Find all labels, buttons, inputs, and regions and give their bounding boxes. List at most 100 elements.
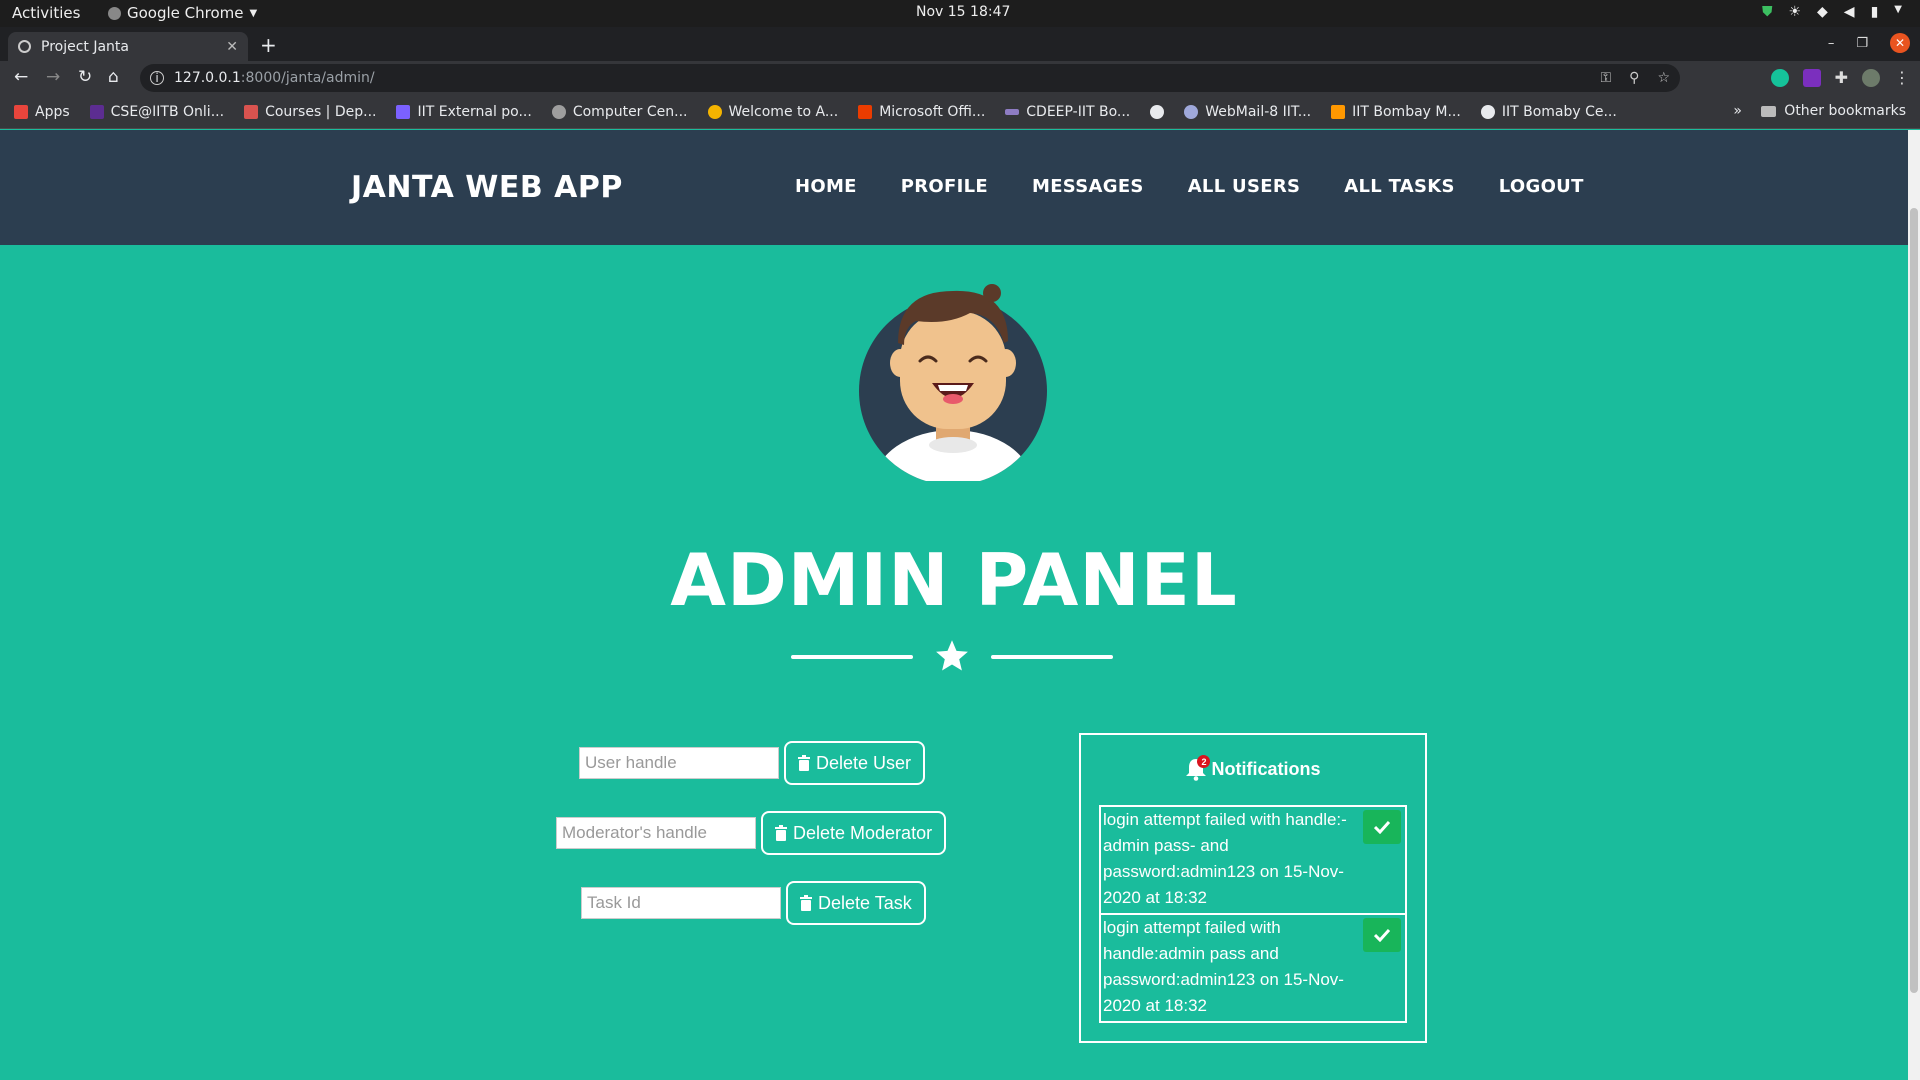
folder-icon: [1761, 105, 1777, 117]
bookmark-favicon: [1331, 104, 1346, 119]
bookmark-item[interactable]: IIT Bomaby Ce...: [1480, 104, 1617, 120]
mark-read-button[interactable]: [1363, 918, 1401, 952]
bookmark-favicon: [1184, 104, 1199, 119]
wifi-icon: ◆: [1817, 4, 1828, 20]
close-tab-icon[interactable]: ✕: [226, 39, 238, 55]
window-controls: – ❐ ✕: [1828, 33, 1910, 53]
bookmarks-bar: Apps CSE@IITB Onli... Courses | Dep... I…: [0, 95, 1920, 129]
grammarly-icon[interactable]: [1770, 68, 1789, 87]
delete-task-label: Delete Task: [818, 892, 912, 913]
delete-task-form: Task Id Delete Task: [581, 881, 926, 925]
bookmark-favicon: [396, 104, 411, 119]
bookmark-item[interactable]: Welcome to A...: [707, 104, 838, 120]
reload-icon[interactable]: ↻: [78, 67, 92, 87]
maximize-icon[interactable]: ❐: [1856, 36, 1868, 51]
home-icon[interactable]: ⌂: [108, 67, 119, 87]
forward-icon[interactable]: →: [46, 67, 60, 87]
bell-icon[interactable]: 2: [1185, 755, 1211, 781]
notification-text: login attempt failed with handle:admin p…: [1103, 918, 1344, 1015]
bookmark-item[interactable]: [1150, 104, 1165, 119]
nav-logout[interactable]: LOGOUT: [1499, 176, 1584, 197]
nav-all-tasks[interactable]: ALL TASKS: [1344, 176, 1455, 197]
delete-moderator-label: Delete Moderator: [793, 822, 933, 843]
bookmark-item[interactable]: IIT External po...: [396, 104, 532, 120]
star-bookmark-icon[interactable]: ☆: [1657, 70, 1670, 86]
globe-icon: [1150, 104, 1165, 119]
nav-messages[interactable]: MESSAGES: [1032, 176, 1144, 197]
moderator-handle-input[interactable]: Moderator's handle: [556, 817, 756, 849]
tab-strip: Project Janta ✕ + – ❐ ✕: [0, 27, 1920, 61]
back-icon[interactable]: ←: [14, 67, 28, 87]
shield-icon: ⛊: [1761, 4, 1773, 20]
more-bookmarks-button[interactable]: »: [1733, 103, 1742, 119]
delete-user-form: User handle Delete User: [579, 741, 926, 785]
bookmark-favicon: [1005, 108, 1020, 115]
bookmark-item[interactable]: WebMail-8 IIT...: [1184, 104, 1311, 120]
minimize-icon[interactable]: –: [1828, 36, 1835, 51]
notification-item: login attempt failed with handle:-admin …: [1099, 805, 1407, 915]
nav-home[interactable]: HOME: [795, 176, 857, 197]
system-top-bar: Activities Google Chrome ▼ Nov 15 18:47 …: [0, 0, 1920, 27]
star-icon: [936, 640, 968, 671]
tab-title: Project Janta: [41, 38, 129, 55]
puzzle-icon[interactable]: ✚: [1835, 68, 1848, 87]
new-tab-button[interactable]: +: [260, 33, 277, 57]
bookmark-favicon: [244, 104, 259, 119]
url-path: :8000/janta/admin/: [240, 70, 375, 86]
site-brand[interactable]: JANTA WEB APP: [351, 170, 623, 205]
menu-icon[interactable]: ⋮: [1894, 68, 1910, 87]
bookmark-item[interactable]: Microsoft Offi...: [858, 104, 985, 120]
trash-icon: [800, 895, 812, 911]
activities-button[interactable]: Activities: [12, 4, 80, 22]
globe-icon: [1480, 104, 1495, 119]
zoom-icon[interactable]: ⚲: [1629, 70, 1639, 86]
apps-grid-icon: [14, 104, 28, 119]
browser-tab[interactable]: Project Janta ✕: [8, 32, 248, 61]
notification-text: login attempt failed with handle:-admin …: [1103, 810, 1347, 907]
browser-toolbar: ← → ↻ ⌂ i 127.0.0.1:8000/janta/admin/ ⚿ …: [0, 61, 1920, 95]
page-scrollbar[interactable]: [1908, 130, 1920, 1080]
nav-all-users[interactable]: ALL USERS: [1188, 176, 1301, 197]
volume-icon: ◀: [1843, 4, 1855, 20]
key-icon[interactable]: ⚿: [1601, 70, 1612, 86]
clock[interactable]: Nov 15 18:47: [916, 4, 1010, 20]
extension-icon[interactable]: [1802, 68, 1821, 87]
close-window-icon[interactable]: ✕: [1890, 33, 1910, 53]
divider-line-left: [791, 655, 913, 659]
battery-icon: ▮: [1870, 4, 1879, 20]
bookmark-item[interactable]: Computer Cen...: [551, 104, 688, 120]
avatar-illustration: [859, 284, 1047, 485]
profile-avatar-icon[interactable]: [1862, 68, 1880, 87]
globe-icon: [18, 40, 31, 53]
app-menu[interactable]: Google Chrome ▼: [108, 4, 257, 22]
mark-read-button[interactable]: [1363, 810, 1401, 844]
scrollbar-thumb[interactable]: [1910, 208, 1918, 993]
address-bar[interactable]: i 127.0.0.1:8000/janta/admin/ ⚿ ⚲ ☆: [140, 64, 1680, 92]
bookmark-favicon: [707, 104, 722, 119]
system-tray[interactable]: ⛊ ☀ ◆ ◀ ▮ ▼: [1762, 4, 1902, 20]
chrome-icon: [108, 6, 121, 20]
other-bookmarks[interactable]: Other bookmarks: [1761, 103, 1906, 119]
notification-item: login attempt failed with handle:admin p…: [1099, 913, 1407, 1023]
notifications-title: Notifications: [1211, 758, 1321, 779]
trash-icon: [775, 825, 787, 841]
bookmark-item[interactable]: Courses | Dep...: [244, 104, 376, 120]
bookmark-item[interactable]: IIT Bombay M...: [1331, 104, 1461, 120]
delete-task-button[interactable]: Delete Task: [786, 881, 926, 925]
bookmark-apps[interactable]: Apps: [14, 104, 70, 120]
nav-profile[interactable]: PROFILE: [901, 176, 988, 197]
notifications-header: 2 Notifications: [1081, 755, 1425, 781]
extensions: ✚ ⋮: [1770, 68, 1910, 87]
notifications-panel: 2 Notifications login attempt failed wit…: [1079, 733, 1427, 1043]
bookmark-item[interactable]: CDEEP-IIT Bo...: [1005, 104, 1130, 120]
task-id-input[interactable]: Task Id: [581, 887, 781, 919]
site-navbar: JANTA WEB APP HOME PROFILE MESSAGES ALL …: [0, 130, 1908, 245]
delete-user-button[interactable]: Delete User: [784, 741, 926, 785]
user-handle-input[interactable]: User handle: [579, 747, 779, 779]
check-icon: [1374, 820, 1390, 834]
url-host: 127.0.0.1: [174, 70, 241, 86]
delete-moderator-button[interactable]: Delete Moderator: [761, 811, 947, 855]
info-icon[interactable]: i: [150, 71, 164, 85]
check-icon: [1374, 928, 1390, 942]
bookmark-item[interactable]: CSE@IITB Onli...: [89, 104, 224, 120]
